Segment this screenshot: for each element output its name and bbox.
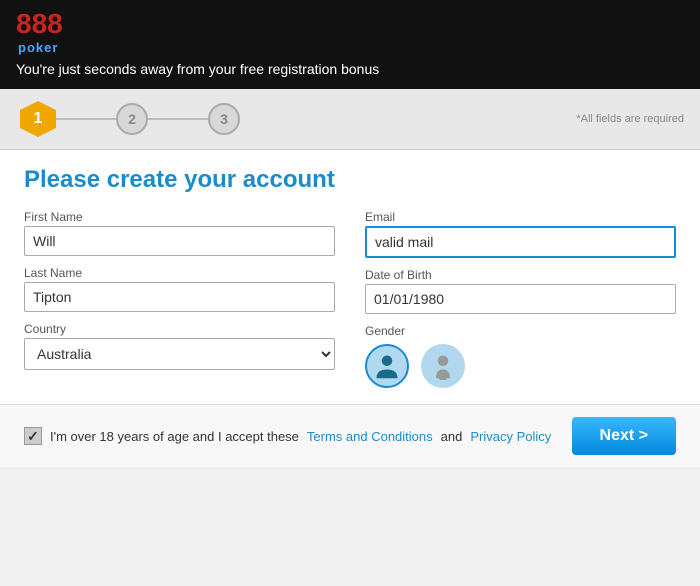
female-icon — [429, 352, 457, 380]
step-line-1 — [56, 118, 116, 120]
terms-link[interactable]: Terms and Conditions — [307, 429, 433, 444]
step-3[interactable]: 3 — [208, 103, 240, 135]
dob-label: Date of Birth — [365, 268, 676, 282]
country-select[interactable]: Australia United States United Kingdom C… — [24, 338, 335, 370]
last-name-input[interactable] — [24, 282, 335, 312]
gender-label: Gender — [365, 324, 676, 338]
logo-area: 888 poker — [16, 10, 684, 55]
step-1[interactable]: 1 — [20, 101, 56, 137]
form-body: First Name Last Name Country Australia U… — [24, 210, 676, 388]
country-label: Country — [24, 322, 335, 336]
dob-group: Date of Birth — [365, 268, 676, 314]
email-group: Email — [365, 210, 676, 258]
gender-group: Gender — [365, 324, 676, 388]
dob-input[interactable] — [365, 284, 676, 314]
footer: ✓ I'm over 18 years of age and I accept … — [0, 404, 700, 467]
gender-male-button[interactable] — [365, 344, 409, 388]
first-name-label: First Name — [24, 210, 335, 224]
header: 888 poker You're just seconds away from … — [0, 0, 700, 89]
last-name-label: Last Name — [24, 266, 335, 280]
terms-text-before: I'm over 18 years of age and I accept th… — [50, 429, 299, 444]
gender-female-button[interactable] — [421, 344, 465, 388]
logo-poker: poker — [18, 40, 63, 55]
steps-bar: 1 2 3 *All fields are required — [0, 89, 700, 150]
logo-888: 888 poker — [16, 10, 63, 55]
first-name-group: First Name — [24, 210, 335, 256]
main-content: Please create your account First Name La… — [0, 150, 700, 404]
form-title: Please create your account — [24, 166, 676, 194]
country-group: Country Australia United States United K… — [24, 322, 335, 370]
form-col-left: First Name Last Name Country Australia U… — [24, 210, 335, 388]
form-col-right: Email Date of Birth Gender — [365, 210, 676, 388]
step-2[interactable]: 2 — [116, 103, 148, 135]
terms-row: ✓ I'm over 18 years of age and I accept … — [24, 427, 551, 445]
checkmark-icon: ✓ — [27, 428, 39, 445]
next-button[interactable]: Next > — [572, 417, 676, 455]
male-icon — [373, 352, 401, 380]
gender-icons — [365, 344, 676, 388]
terms-text-between: and — [441, 429, 463, 444]
email-input[interactable] — [365, 226, 676, 258]
required-note: *All fields are required — [576, 113, 684, 125]
last-name-group: Last Name — [24, 266, 335, 312]
privacy-link[interactable]: Privacy Policy — [470, 429, 551, 444]
email-label: Email — [365, 210, 676, 224]
tagline: You're just seconds away from your free … — [16, 61, 684, 77]
first-name-input[interactable] — [24, 226, 335, 256]
age-checkbox[interactable]: ✓ — [24, 427, 42, 445]
step-line-2 — [148, 118, 208, 120]
